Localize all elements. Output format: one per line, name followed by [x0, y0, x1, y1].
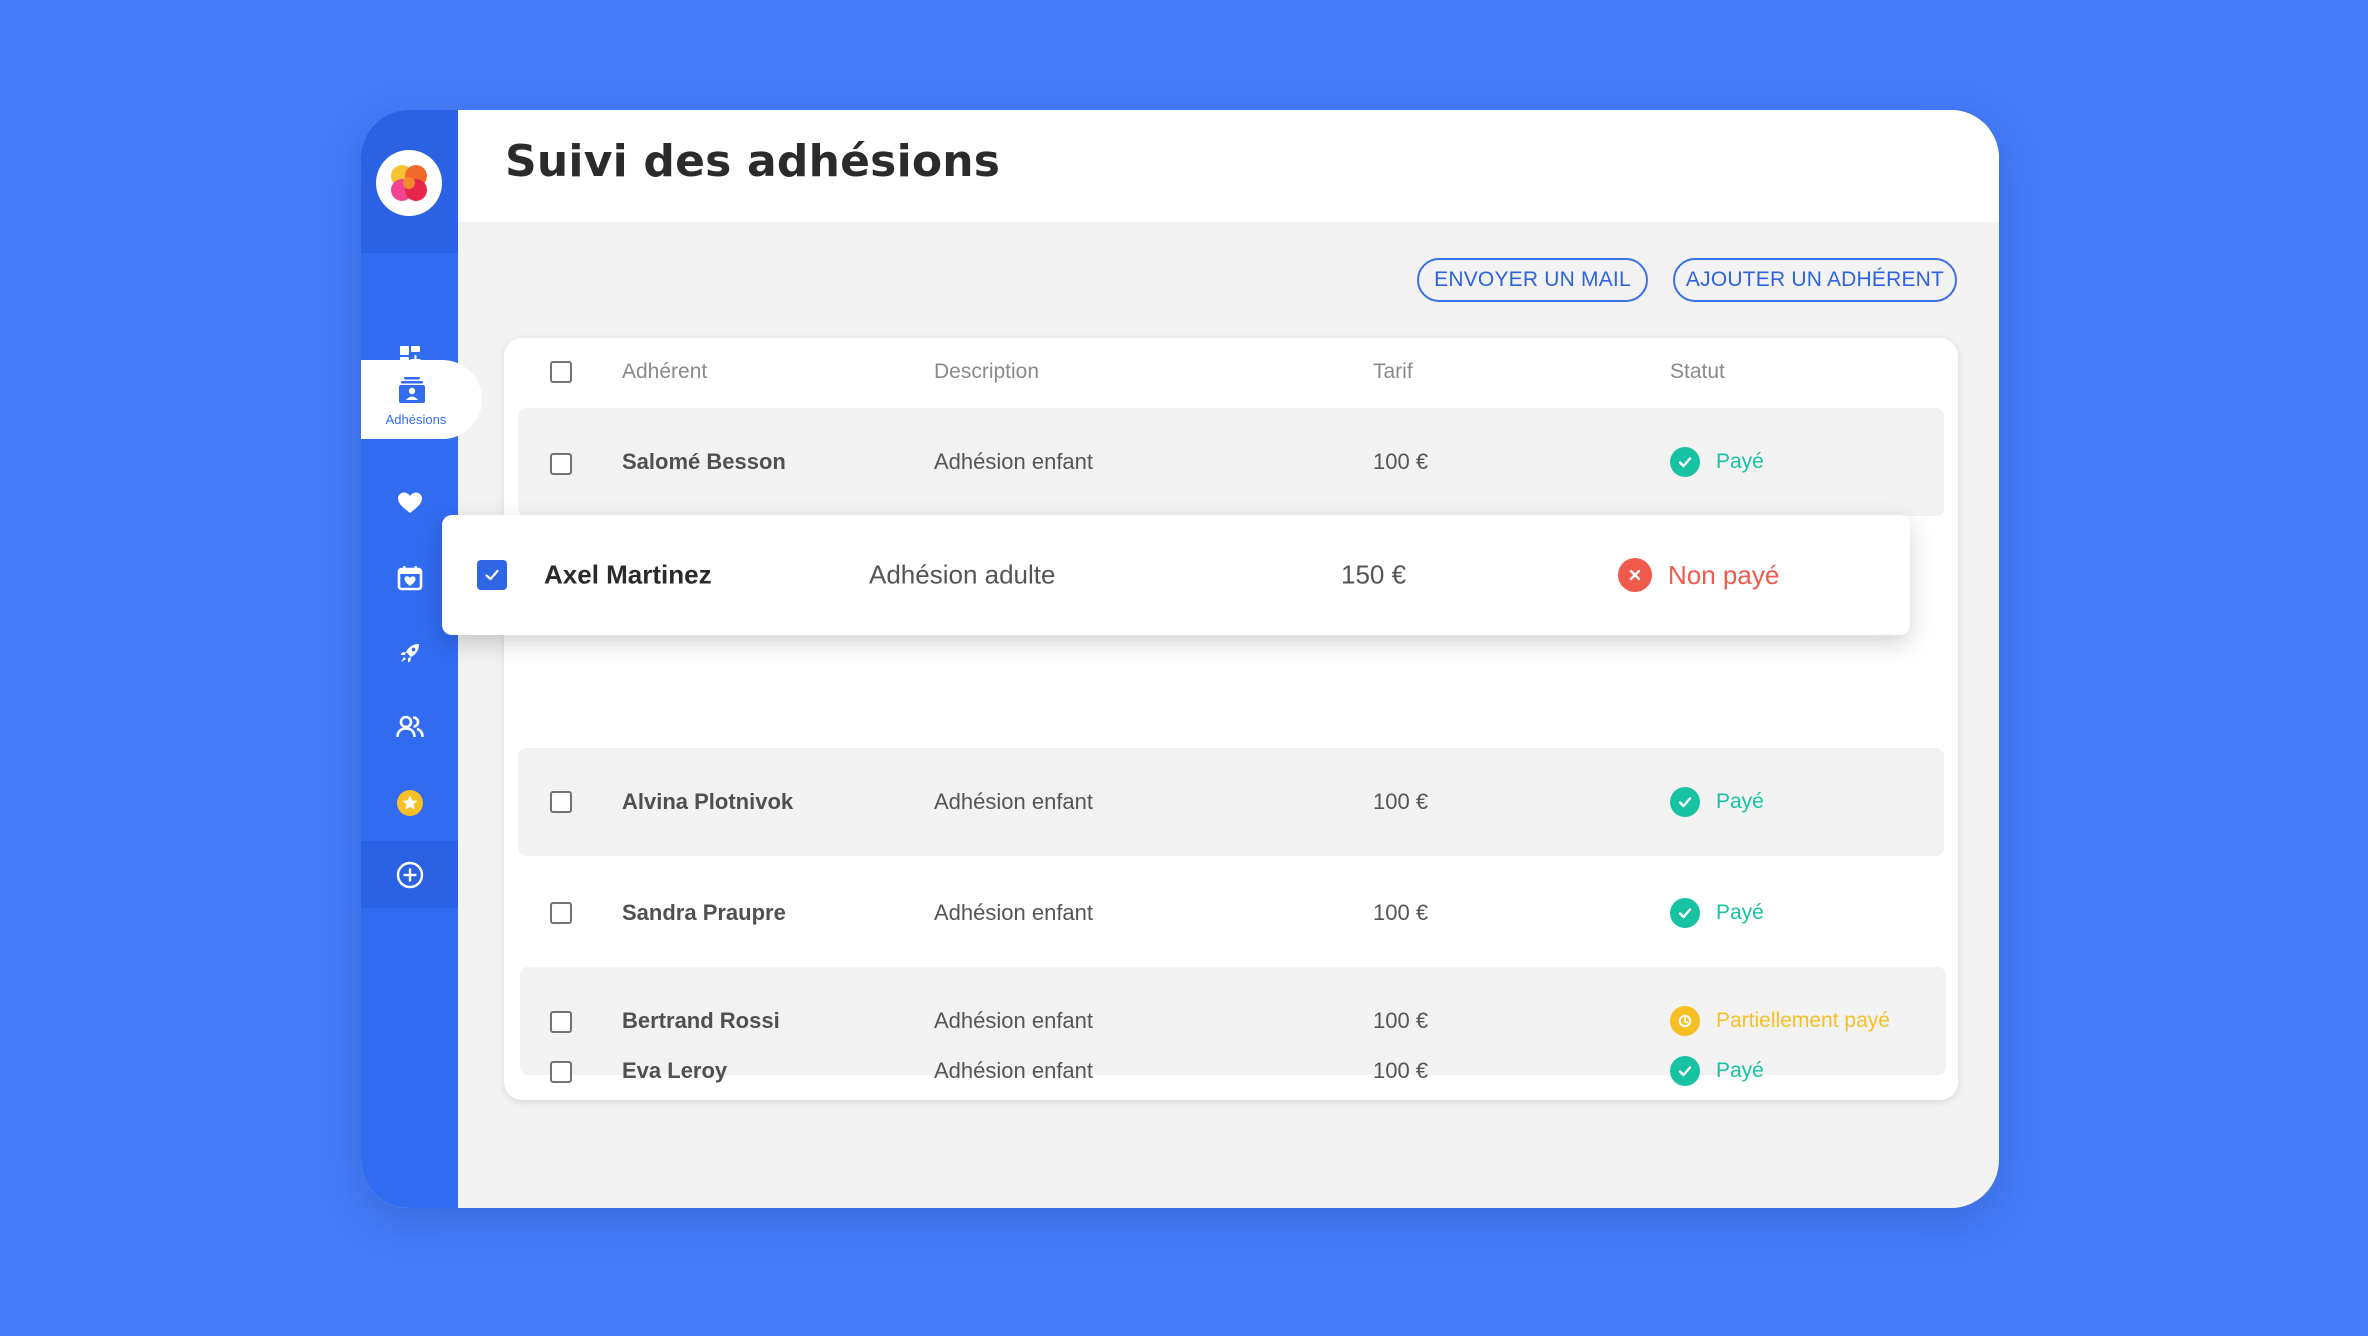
add-module-button[interactable]	[361, 841, 458, 908]
sidebar-item-campagnes[interactable]	[361, 623, 458, 683]
member-description: Adhésion enfant	[934, 789, 1094, 814]
member-description: Adhésion enfant	[934, 1058, 1094, 1083]
member-name: Sandra Praupre	[622, 900, 786, 925]
row-checkbox[interactable]	[550, 453, 572, 475]
row-checkbox-checked[interactable]	[477, 560, 507, 590]
check-icon	[485, 569, 499, 581]
status-label: Payé	[1716, 1059, 1764, 1082]
sidebar-item-adhesions[interactable]: Adhésions	[361, 360, 482, 439]
check-circle-icon	[1670, 787, 1700, 817]
sidebar-item-contacts[interactable]	[361, 697, 458, 757]
table-row[interactable]: Salomé Besson Adhésion enfant 100 € Payé	[518, 408, 1944, 516]
sidebar-item-label: Adhésions	[385, 412, 447, 427]
status-label: Non payé	[1668, 559, 1780, 590]
member-description: Adhésion adulte	[869, 559, 1056, 590]
row-checkbox[interactable]	[550, 791, 572, 813]
table-row[interactable]: Alvina Plotnivok Adhésion enfant 100 € P…	[518, 748, 1944, 856]
member-price: 100 €	[1373, 449, 1429, 474]
selected-table-row[interactable]: Axel Martinez Adhésion adulte 150 € Non …	[442, 515, 1910, 635]
status-badge: Non payé	[1618, 558, 1779, 592]
users-icon	[395, 715, 424, 738]
check-circle-icon	[1670, 1056, 1700, 1086]
members-table: Adhérent Description Tarif Statut Salomé…	[504, 338, 1958, 1100]
logo[interactable]	[376, 150, 442, 216]
member-description: Adhésion enfant	[934, 900, 1094, 925]
row-checkbox[interactable]	[550, 902, 572, 924]
x-circle-icon	[1618, 558, 1652, 592]
heart-icon	[397, 492, 422, 513]
status-badge: Payé	[1670, 787, 1764, 817]
row-checkbox[interactable]	[550, 1061, 572, 1083]
member-price: 100 €	[1373, 900, 1429, 925]
sidebar-header	[361, 110, 458, 253]
check-circle-icon	[1670, 447, 1700, 477]
clover-logo-icon	[391, 165, 427, 201]
add-member-button[interactable]: AJOUTER UN ADHÉRENT	[1673, 258, 1957, 302]
column-header-price: Tarif	[1373, 360, 1413, 383]
status-badge: Payé	[1670, 898, 1764, 928]
member-price: 100 €	[1373, 1058, 1429, 1083]
status-badge: Payé	[1670, 1056, 1764, 1086]
plus-circle-icon	[396, 861, 423, 888]
member-name: Alvina Plotnivok	[622, 789, 794, 814]
check-circle-icon	[1670, 898, 1700, 928]
member-description: Adhésion enfant	[934, 449, 1094, 474]
select-all-checkbox[interactable]	[550, 361, 572, 383]
column-header-member: Adhérent	[622, 360, 708, 383]
app-window: Adhésions Suivi des adhésions ENVOYER UN…	[361, 110, 1999, 1208]
send-mail-button[interactable]: ENVOYER UN MAIL	[1417, 258, 1648, 302]
member-price: 150 €	[1341, 559, 1407, 590]
member-name: Salomé Besson	[622, 449, 786, 474]
calendar-heart-icon	[397, 566, 422, 591]
table-row[interactable]: Eva Leroy Adhésion enfant 100 € Payé	[518, 1017, 1944, 1125]
member-price: 100 €	[1373, 789, 1429, 814]
rocket-icon	[400, 644, 419, 663]
page-header: Suivi des adhésions	[458, 110, 1999, 222]
status-label: Payé	[1716, 901, 1764, 924]
status-label: Payé	[1716, 450, 1764, 473]
sidebar-item-premium[interactable]	[361, 773, 458, 833]
membership-card-icon	[399, 377, 425, 403]
table-header-row: Adhérent Description Tarif Statut	[504, 338, 1958, 408]
status-badge: Payé	[1670, 447, 1764, 477]
page-title: Suivi des adhésions	[505, 136, 1001, 187]
column-header-status: Statut	[1670, 360, 1725, 383]
table-row[interactable]: Sandra Praupre Adhésion enfant 100 € Pay…	[518, 859, 1944, 967]
member-name: Eva Leroy	[622, 1058, 728, 1083]
star-badge-icon	[396, 790, 423, 816]
member-name: Axel Martinez	[544, 559, 712, 590]
sidebar: Adhésions	[361, 110, 482, 1208]
column-header-description: Description	[934, 360, 1040, 383]
status-label: Payé	[1716, 790, 1764, 813]
